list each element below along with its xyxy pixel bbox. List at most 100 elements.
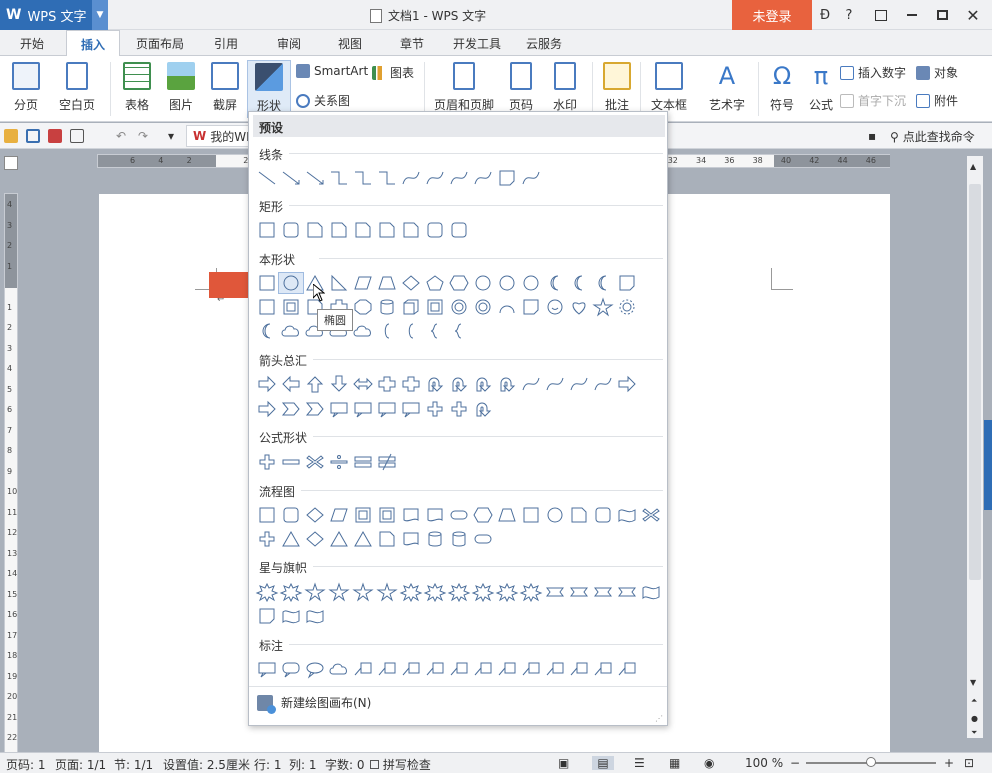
tab-section[interactable]: 章节 — [400, 35, 424, 52]
minimize-icon[interactable] — [903, 0, 921, 30]
shape-doc-icon[interactable] — [399, 529, 423, 549]
tab-page-layout[interactable]: 页面布局 — [136, 35, 184, 52]
shape-arrow-line-icon[interactable] — [303, 168, 327, 188]
tab-review[interactable]: 审阅 — [277, 35, 301, 52]
zoom-slider-handle[interactable] — [866, 757, 876, 767]
shape-circ-num-icon[interactable] — [495, 273, 519, 293]
shape-curve-icon[interactable] — [447, 168, 471, 188]
object-button[interactable]: 对象 — [916, 64, 958, 81]
shape-trap-icon[interactable] — [495, 505, 519, 525]
header-footer-button[interactable]: 页眉和页脚 — [432, 60, 496, 118]
formula-button[interactable]: π 公式 — [806, 60, 836, 118]
shape-tri-icon[interactable] — [351, 529, 375, 549]
shape-banner-icon[interactable] — [615, 582, 639, 602]
shape-dia-icon[interactable] — [303, 529, 327, 549]
shape-elbow-icon[interactable] — [327, 168, 351, 188]
pin-icon[interactable]: ▪ — [868, 129, 882, 143]
shape-curve-icon[interactable] — [519, 168, 543, 188]
shape-term-icon[interactable] — [447, 505, 471, 525]
shape-bracket-icon[interactable] — [375, 321, 399, 341]
shape-uturn-icon[interactable] — [471, 374, 495, 394]
shape-rrect-icon[interactable] — [423, 220, 447, 240]
shape-fold-icon[interactable] — [519, 297, 543, 317]
shape-line-callout-icon[interactable] — [495, 659, 519, 679]
shape-oval-callout-icon[interactable] — [303, 659, 327, 679]
attachment-button[interactable]: 附件 — [916, 92, 958, 109]
shape-moon-icon[interactable] — [543, 273, 567, 293]
tab-home[interactable]: 开始 — [20, 35, 44, 52]
spell-check-toggle[interactable]: 拼写检查 — [370, 756, 431, 773]
shape-arrow-line-icon[interactable] — [279, 168, 303, 188]
insert-number-button[interactable]: 插入数字 — [840, 64, 906, 81]
relation-diagram-button[interactable]: 关系图 — [296, 92, 350, 109]
shape-hex-icon[interactable] — [471, 505, 495, 525]
page-view-icon[interactable]: ▤ — [592, 756, 614, 770]
shape-arrow-r-icon[interactable] — [255, 374, 279, 394]
shape-arrow-d-icon[interactable] — [327, 374, 351, 394]
open-folder-icon[interactable] — [4, 129, 18, 143]
prev-page-icon[interactable]: ⏶ — [971, 696, 977, 706]
shape-arrow-r-icon[interactable] — [615, 374, 639, 394]
shape-para-icon[interactable] — [327, 505, 351, 525]
shape-donut-icon[interactable] — [447, 297, 471, 317]
shape-burst-icon[interactable] — [471, 582, 495, 602]
shape-callout-icon[interactable] — [327, 399, 351, 419]
shape-rect-icon[interactable] — [255, 273, 279, 293]
chart-button[interactable]: 图表 — [372, 64, 414, 81]
shape-arrow-r-icon[interactable] — [255, 399, 279, 419]
tab-insert[interactable]: 插入 — [66, 30, 121, 57]
shape-line-callout-icon[interactable] — [615, 659, 639, 679]
skin-icon[interactable]: Ð — [815, 0, 835, 30]
web-view-icon[interactable]: ▦ — [669, 756, 680, 770]
shape-burst-icon[interactable] — [495, 582, 519, 602]
shape-moon-icon[interactable] — [255, 321, 279, 341]
command-search[interactable]: ⚲ 点此查找命令 — [890, 128, 975, 145]
shape-divide-icon[interactable] — [327, 452, 351, 472]
shape-snip-icon[interactable] — [375, 220, 399, 240]
shape-uturn-icon[interactable] — [495, 374, 519, 394]
shape-bracket-icon[interactable] — [399, 321, 423, 341]
shape-wave-icon[interactable] — [279, 606, 303, 626]
shape-line-icon[interactable] — [255, 168, 279, 188]
spell-check-checkbox[interactable] — [370, 760, 379, 769]
shape-trap-icon[interactable] — [375, 273, 399, 293]
shape-cube-icon[interactable] — [399, 297, 423, 317]
shape-frame-icon[interactable] — [351, 505, 375, 525]
shape-burst-icon[interactable] — [399, 582, 423, 602]
app-menu-chevron-icon[interactable]: ▼ — [92, 0, 108, 30]
shape-rect-icon[interactable] — [255, 220, 279, 240]
shape-brace-icon[interactable] — [423, 321, 447, 341]
print-icon[interactable] — [70, 129, 84, 143]
zoom-in-icon[interactable]: + — [944, 756, 954, 770]
close-icon[interactable]: ✕ — [963, 0, 983, 30]
app-menu-button[interactable]: W WPS 文字 ▼ — [0, 0, 108, 30]
zoom-out-icon[interactable]: − — [790, 756, 800, 770]
shape-times-icon[interactable] — [639, 505, 663, 525]
shape-smile-icon[interactable] — [543, 297, 567, 317]
shape-equal-icon[interactable] — [351, 452, 375, 472]
shape-cloud-icon[interactable] — [327, 659, 351, 679]
shape-burst-icon[interactable] — [423, 582, 447, 602]
shape-rrect-icon[interactable] — [279, 220, 303, 240]
page-number-button[interactable]: 页码 — [502, 60, 540, 118]
shape-frame-icon[interactable] — [279, 297, 303, 317]
shape-plus-icon[interactable] — [447, 399, 471, 419]
shape-frame-icon[interactable] — [423, 297, 447, 317]
shape-term-icon[interactable] — [471, 529, 495, 549]
shape-burst-icon[interactable] — [447, 582, 471, 602]
full-screen-icon[interactable]: ▣ — [558, 756, 569, 770]
shape-cloud-icon[interactable] — [351, 321, 375, 341]
shape-banner-icon[interactable] — [567, 582, 591, 602]
shape-line-callout-icon[interactable] — [351, 659, 375, 679]
shape-fold-icon[interactable] — [615, 273, 639, 293]
shape-fold-icon[interactable] — [255, 606, 279, 626]
shape-snip-icon[interactable] — [375, 529, 399, 549]
shape-uturn-icon[interactable] — [471, 399, 495, 419]
shape-tri-icon[interactable] — [327, 529, 351, 549]
shape-circ-num-icon[interactable] — [519, 273, 543, 293]
shape-rect-icon[interactable] — [255, 297, 279, 317]
vertical-ruler[interactable]: 4 3 2 1 1 2 3 4 5 6 7 8 9 10 11 12 13 14 15 16 17 18 19 20 21 22 — [4, 193, 18, 753]
shape-star-icon[interactable] — [591, 297, 615, 317]
smartart-button[interactable]: SmartArt — [296, 64, 368, 78]
reading-mode-icon[interactable]: ◉ — [704, 756, 714, 770]
